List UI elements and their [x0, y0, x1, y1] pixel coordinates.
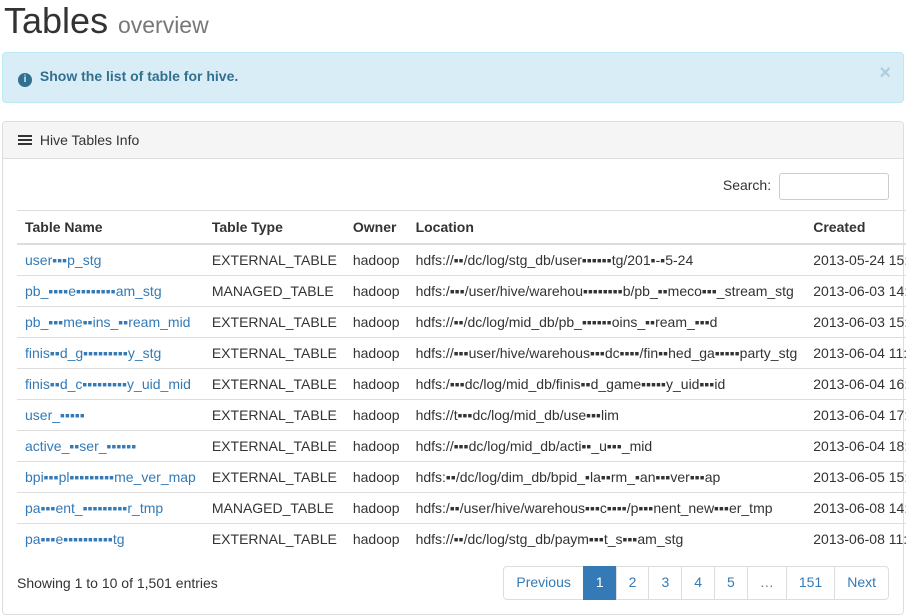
pagination-next[interactable]: Next: [834, 566, 889, 600]
pagination: Previous12345…151Next: [504, 566, 889, 600]
cell-owner: hadoop: [345, 400, 408, 431]
table-row: bpi▪▪▪pl▪▪▪▪▪▪▪▪▪me_ver_map EXTERNAL_TABL…: [17, 462, 906, 493]
table-row: active_▪▪ser_▪▪▪▪▪▪ EXTERNAL_TABLEhadooph…: [17, 431, 906, 462]
cell-location: hdfs:▪▪/dc/log/dim_db/bpid_▪la▪▪rm_▪an▪▪…: [408, 462, 806, 493]
cell-location: hdfs:/▪▪/user/hive/warehous▪▪▪c▪▪▪▪/p▪▪▪…: [408, 493, 806, 524]
col-header-owner[interactable]: Owner: [345, 211, 408, 245]
table-row: pa▪▪▪ent_▪▪▪▪▪▪▪▪▪r_tmp MANAGED_TABLEhado…: [17, 493, 906, 524]
table-name-link[interactable]: pa▪▪▪e▪▪▪▪▪▪▪▪▪▪tg: [25, 531, 125, 547]
showing-info: Showing 1 to 10 of 1,501 entries: [17, 575, 218, 591]
cell-type: EXTERNAL_TABLE: [204, 244, 345, 276]
cell-location: hdfs:/▪▪▪dc/log/mid_db/finis▪▪d_game▪▪▪▪…: [408, 369, 806, 400]
table-name-link[interactable]: pa▪▪▪ent_▪▪▪▪▪▪▪▪▪r_tmp: [25, 500, 163, 516]
list-icon: [18, 135, 32, 147]
tables-table: Table Name Table Type Owner Location Cre…: [17, 210, 906, 554]
cell-location: hdfs://▪▪/dc/log/mid_db/pb_▪▪▪▪▪▪oins_▪▪…: [408, 307, 806, 338]
search-label: Search:: [723, 177, 771, 193]
info-icon: i: [18, 73, 32, 87]
cell-owner: hadoop: [345, 369, 408, 400]
col-header-location[interactable]: Location: [408, 211, 806, 245]
cell-created: 2013-06-03 15:14:50: [805, 307, 906, 338]
pagination-page-4[interactable]: 4: [681, 566, 715, 600]
cell-location: hdfs://▪▪/dc/log/stg_db/user▪▪▪▪▪▪tg/201…: [408, 244, 806, 276]
pagination-page-151[interactable]: 151: [786, 566, 835, 600]
table-name-link[interactable]: finis▪▪d_g▪▪▪▪▪▪▪▪▪y_stg: [25, 345, 161, 361]
cell-created: 2013-06-04 18:04:02: [805, 431, 906, 462]
col-header-created[interactable]: Created: [805, 211, 906, 245]
cell-owner: hadoop: [345, 493, 408, 524]
panel-title: Hive Tables Info: [40, 132, 139, 148]
cell-created: 2013-06-04 11:48:04: [805, 338, 906, 369]
cell-created: 2013-05-24 15:27:27: [805, 244, 906, 276]
pagination-page-…: …: [747, 566, 787, 600]
table-name-link[interactable]: pb_▪▪▪▪e▪▪▪▪▪▪▪▪am_stg: [25, 283, 162, 299]
table-row: pb_▪▪▪▪e▪▪▪▪▪▪▪▪am_stg MANAGED_TABLEhadoo…: [17, 276, 906, 307]
cell-location: hdfs://▪▪▪dc/log/mid_db/acti▪▪_u▪▪▪_mid: [408, 431, 806, 462]
table-name-link[interactable]: finis▪▪d_c▪▪▪▪▪▪▪▪▪y_uid_mid: [25, 376, 191, 392]
cell-type: EXTERNAL_TABLE: [204, 431, 345, 462]
cell-created: 2013-06-03 14:57:00: [805, 276, 906, 307]
cell-owner: hadoop: [345, 307, 408, 338]
cell-created: 2013-06-04 16:41:53: [805, 369, 906, 400]
tables-panel: Hive Tables Info Search: Table Name Tabl…: [2, 121, 904, 615]
cell-type: EXTERNAL_TABLE: [204, 338, 345, 369]
cell-created: 2013-06-05 15:22:46: [805, 462, 906, 493]
table-row: pb_▪▪▪me▪▪ins_▪▪ream_mid EXTERNAL_TABLEha…: [17, 307, 906, 338]
cell-location: hdfs://▪▪▪user/hive/warehous▪▪▪dc▪▪▪▪/fi…: [408, 338, 806, 369]
cell-owner: hadoop: [345, 431, 408, 462]
cell-created: 2013-06-08 11:40:08: [805, 524, 906, 555]
pagination-previous[interactable]: Previous: [503, 566, 583, 600]
table-name-link[interactable]: active_▪▪ser_▪▪▪▪▪▪: [25, 438, 136, 454]
table-name-link[interactable]: user▪▪▪p_stg: [25, 252, 101, 268]
table-row: finis▪▪d_c▪▪▪▪▪▪▪▪▪y_uid_mid EXTERNAL_TAB…: [17, 369, 906, 400]
cell-created: 2013-06-04 17:04:12: [805, 400, 906, 431]
cell-type: EXTERNAL_TABLE: [204, 462, 345, 493]
table-row: user▪▪▪p_stg EXTERNAL_TABLEhadoophdfs://▪…: [17, 244, 906, 276]
panel-body: Search: Table Name Table Type Owner Loca…: [3, 159, 903, 614]
cell-location: hdfs://▪▪/dc/log/stg_db/paym▪▪▪t_s▪▪▪am_…: [408, 524, 806, 555]
table-row: user_▪▪▪▪▪ EXTERNAL_TABLEhadoophdfs://t▪▪…: [17, 400, 906, 431]
info-alert: i Show the list of table for hive. ×: [2, 52, 904, 103]
col-header-type[interactable]: Table Type: [204, 211, 345, 245]
alert-text: Show the list of table for hive.: [40, 68, 238, 84]
search-input[interactable]: [779, 173, 889, 200]
table-row: pa▪▪▪e▪▪▪▪▪▪▪▪▪▪tg EXTERNAL_TABLEhadoophd…: [17, 524, 906, 555]
pagination-page-1[interactable]: 1: [583, 566, 617, 600]
cell-location: hdfs://t▪▪▪dc/log/mid_db/use▪▪▪lim: [408, 400, 806, 431]
cell-owner: hadoop: [345, 462, 408, 493]
panel-heading: Hive Tables Info: [3, 122, 903, 159]
cell-type: EXTERNAL_TABLE: [204, 400, 345, 431]
cell-type: MANAGED_TABLE: [204, 276, 345, 307]
cell-owner: hadoop: [345, 338, 408, 369]
alert-close-button[interactable]: ×: [879, 63, 891, 83]
cell-location: hdfs:/▪▪▪/user/hive/warehou▪▪▪▪▪▪▪▪b/pb_…: [408, 276, 806, 307]
table-name-link[interactable]: pb_▪▪▪me▪▪ins_▪▪ream_mid: [25, 314, 190, 330]
table-row: finis▪▪d_g▪▪▪▪▪▪▪▪▪y_stg EXTERNAL_TABLEha…: [17, 338, 906, 369]
search-row: Search:: [17, 173, 889, 200]
cell-type: MANAGED_TABLE: [204, 493, 345, 524]
page-header: Tables overview: [0, 0, 906, 50]
cell-created: 2013-06-08 14:38:33: [805, 493, 906, 524]
cell-type: EXTERNAL_TABLE: [204, 524, 345, 555]
page-title: Tables: [4, 0, 108, 41]
cell-type: EXTERNAL_TABLE: [204, 369, 345, 400]
table-name-link[interactable]: bpi▪▪▪pl▪▪▪▪▪▪▪▪▪me_ver_map: [25, 469, 196, 485]
page-subtitle: overview: [118, 12, 209, 38]
cell-owner: hadoop: [345, 276, 408, 307]
col-header-name[interactable]: Table Name: [17, 211, 204, 245]
pagination-page-3[interactable]: 3: [648, 566, 682, 600]
table-name-link[interactable]: user_▪▪▪▪▪: [25, 407, 85, 423]
pagination-page-5[interactable]: 5: [714, 566, 748, 600]
pagination-page-2[interactable]: 2: [616, 566, 650, 600]
cell-owner: hadoop: [345, 524, 408, 555]
cell-owner: hadoop: [345, 244, 408, 276]
cell-type: EXTERNAL_TABLE: [204, 307, 345, 338]
table-footer: Showing 1 to 10 of 1,501 entries Previou…: [17, 566, 889, 600]
